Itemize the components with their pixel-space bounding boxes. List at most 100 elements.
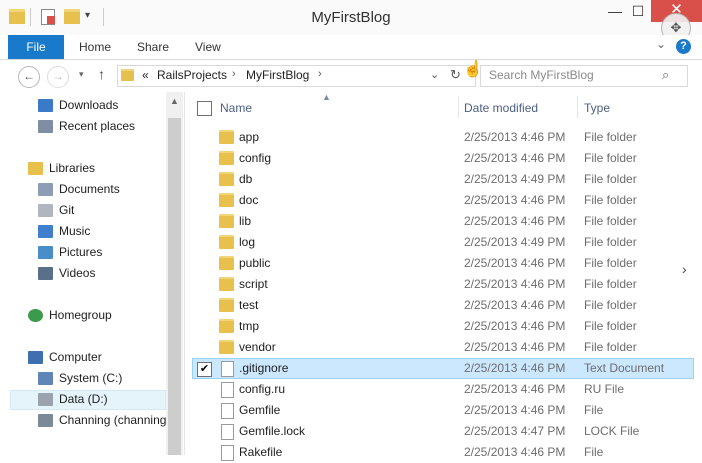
file-name: app [239,130,260,144]
file-type: Text Document [584,361,665,375]
pictures-icon [38,246,53,260]
nav-item-music[interactable]: Music [38,221,194,241]
file-type: File folder [584,214,637,228]
nav-label: Homegroup [49,308,112,322]
homegroup-icon [28,309,43,323]
tab-view[interactable]: View [195,35,221,59]
file-type: File folder [584,277,637,291]
file-name: script [239,277,268,291]
file-name: .gitignore [239,361,289,375]
nav-label: Recent places [59,119,136,133]
nav-item-pictures[interactable]: Pictures [38,242,194,262]
computer-icon [28,351,43,365]
address-folder-icon [121,69,134,81]
folder-icon [219,340,234,354]
file-date-modified: 2/25/2013 4:47 PM [464,424,566,438]
nav-label: Git [59,203,75,217]
select-all-checkbox[interactable] [197,101,212,116]
file-name: config.ru [239,382,286,396]
folder-icon [219,172,234,186]
file-date-modified: 2/25/2013 4:49 PM [464,172,566,186]
file-name: tmp [239,319,260,333]
column-header-type[interactable]: Type [584,101,610,115]
pane-divider[interactable] [184,92,185,455]
folder-icon [219,256,234,270]
nav-item-recent-places[interactable]: Recent places [38,116,194,136]
nav-item-homegroup[interactable]: Homegroup [28,305,184,325]
file-icon [221,403,234,419]
file-date-modified: 2/25/2013 4:46 PM [464,403,566,417]
file-date-modified: 2/25/2013 4:46 PM [464,319,566,333]
tab-file[interactable]: File [8,35,64,59]
nav-label: Channing (channing [59,413,166,427]
file-type: File folder [584,340,637,354]
file-name: db [239,172,253,186]
column-header-date-modified[interactable]: Date modified [464,101,538,115]
file-type: File folder [584,130,637,144]
nav-label: System (C:) [59,371,123,385]
file-date-modified: 2/25/2013 4:46 PM [464,130,566,144]
network-drive-icon [38,414,53,428]
back-button[interactable]: ← [18,66,40,88]
nav-item-videos[interactable]: Videos [38,263,194,283]
file-date-modified: 2/25/2013 4:46 PM [464,445,566,459]
breadcrumb-railsprojects[interactable]: RailsProjects [157,68,227,82]
ribbon-expand-icon[interactable]: ⌄ [656,37,666,51]
breadcrumb-chevron-icon[interactable]: › [318,68,322,80]
nav-item-data-d[interactable]: Data (D:) [38,389,194,409]
address-dropdown-icon[interactable]: ⌄ [430,68,439,81]
file-icon [221,382,234,398]
help-icon[interactable]: ? [676,39,691,54]
folder-icon [219,214,234,228]
file-name: vendor [239,340,276,354]
nav-item-computer[interactable]: Computer [28,347,184,367]
libraries-icon [28,162,43,176]
sort-ascending-icon: ▲ [322,92,331,102]
column-divider[interactable] [458,96,459,118]
drive-c-icon [38,372,53,386]
file-type: File [584,445,604,459]
file-name: Gemfile.lock [239,424,306,438]
up-button[interactable]: ↑ [98,66,105,82]
column-header-name[interactable]: Name [220,101,252,115]
recent-locations-icon[interactable]: ▾ [79,69,84,80]
nav-label: Music [59,224,91,238]
tab-share[interactable]: Share [137,35,169,59]
nav-item-git[interactable]: Git [38,200,194,220]
file-type: File folder [584,235,637,249]
file-type: File folder [584,151,637,165]
nav-item-downloads[interactable]: Downloads [38,95,194,115]
file-date-modified: 2/25/2013 4:46 PM [464,382,566,396]
tab-home[interactable]: Home [79,35,111,59]
recent-places-icon [38,120,53,134]
column-divider[interactable] [577,96,578,118]
chevron-right-icon[interactable]: › [682,261,687,277]
file-date-modified: 2/25/2013 4:49 PM [464,235,566,249]
file-date-modified: 2/25/2013 4:46 PM [464,214,566,228]
file-type: File [584,403,604,417]
file-name: Rakefile [239,445,283,459]
file-date-modified: 2/25/2013 4:46 PM [464,151,566,165]
file-date-modified: 2/25/2013 4:46 PM [464,256,566,270]
row-checkbox[interactable]: ✔ [197,362,212,377]
breadcrumb-myfirstblog[interactable]: MyFirstBlog [246,68,309,82]
forward-button[interactable]: → [47,66,69,88]
file-type: File folder [584,319,637,333]
file-type: File folder [584,193,637,207]
folder-icon [219,235,234,249]
nav-label: Pictures [59,245,103,259]
nav-label: Computer [49,350,102,364]
refresh-icon[interactable]: ↻ [450,67,461,83]
nav-item-documents[interactable]: Documents [38,179,194,199]
folder-icon [219,151,234,165]
file-icon [221,424,234,440]
drive-d-icon [38,393,53,407]
search-icon[interactable]: ⌕ [662,67,669,83]
nav-item-system-c[interactable]: System (C:) [38,368,194,388]
nav-item-libraries[interactable]: Libraries [28,158,184,178]
breadcrumb-chevron-icon[interactable]: › [232,68,236,80]
breadcrumb-overflow[interactable]: « [142,68,149,82]
nav-item-channing[interactable]: Channing (channing [38,410,166,430]
folder-icon [219,298,234,312]
nav-label: Downloads [59,98,119,112]
